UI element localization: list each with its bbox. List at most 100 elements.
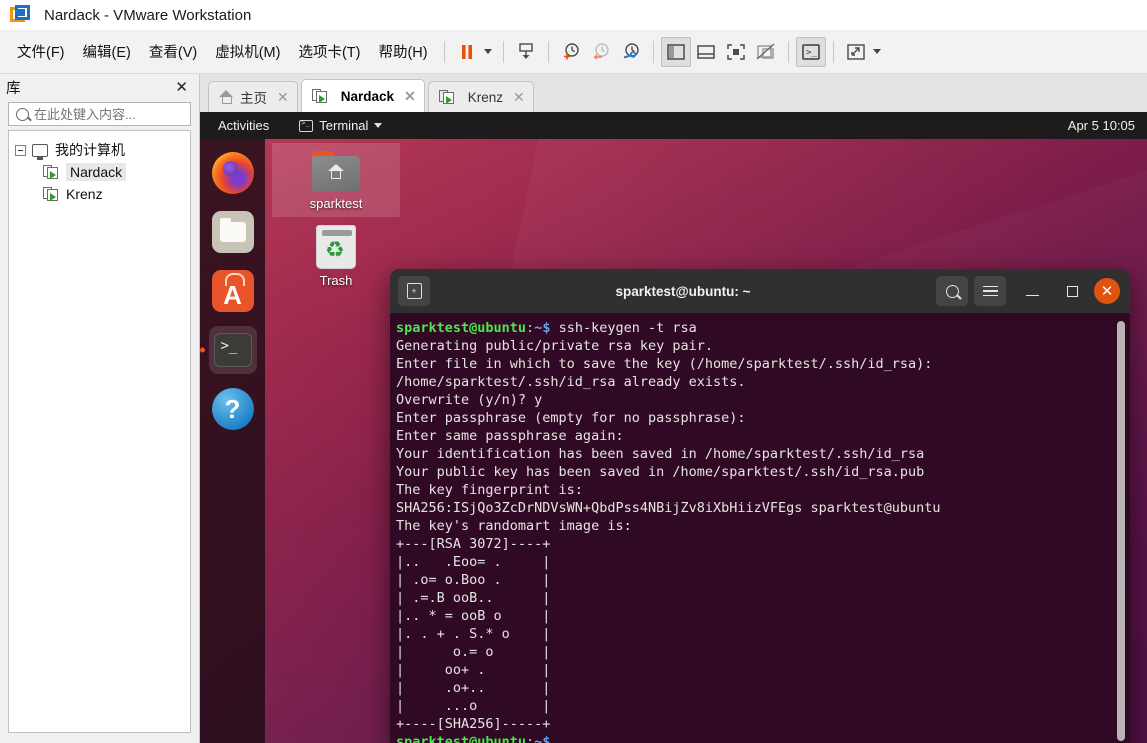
dock-item-firefox[interactable] <box>209 149 257 197</box>
tree-item-label: 我的计算机 <box>55 142 125 158</box>
snapshot-revert-icon[interactable] <box>586 37 616 67</box>
desktop-icon-trash[interactable]: ♻ Trash <box>272 217 400 294</box>
menu-tabs[interactable]: 选项卡(T) <box>289 37 369 66</box>
tab-label: Nardack <box>340 88 395 104</box>
ubuntu-desktop[interactable]: A ? sparktest <box>200 139 1147 743</box>
terminal-window[interactable]: + sparktest@ubuntu: ~ ✕ sparktest@ubuntu… <box>390 269 1130 743</box>
menu-vm[interactable]: 虚拟机(M) <box>206 37 289 66</box>
suspend-icon[interactable] <box>452 37 482 67</box>
files-icon <box>211 211 254 253</box>
dock-item-files[interactable] <box>209 208 257 256</box>
minimize-icon <box>1025 294 1039 297</box>
terminal-command: ssh-keygen -t rsa <box>550 320 697 336</box>
snapshot-take-icon[interactable] <box>556 37 586 67</box>
terminal-icon <box>213 333 252 367</box>
menu-view[interactable]: 查看(V) <box>140 37 206 66</box>
close-icon[interactable]: ✕ <box>277 89 289 106</box>
prompt-path-2: ~$ <box>534 734 551 743</box>
menu-file[interactable]: 文件(F) <box>8 37 74 66</box>
terminal-titlebar[interactable]: + sparktest@ubuntu: ~ ✕ <box>390 269 1130 313</box>
toolbar-divider <box>443 40 445 63</box>
prompt-user-2: sparktest@ubuntu <box>396 734 527 743</box>
desktop-icon-sparktest[interactable]: sparktest <box>272 143 400 217</box>
terminal-menu-button[interactable] <box>974 276 1006 306</box>
vmware-titlebar: Nardack - VMware Workstation <box>0 0 1147 30</box>
svg-text:>_: >_ <box>806 48 817 58</box>
tab-nardack[interactable]: Nardack ✕ <box>300 79 425 112</box>
dock-item-help[interactable]: ? <box>209 385 257 433</box>
activities-button[interactable]: Activities <box>212 118 275 133</box>
library-title: 库 <box>6 80 21 97</box>
tab-label: Krenz <box>467 89 504 105</box>
power-on-guest-icon[interactable] <box>511 37 541 67</box>
search-icon <box>16 107 29 121</box>
toolbar-divider <box>832 40 834 63</box>
terminal-body[interactable]: sparktest@ubuntu:~$ ssh-keygen -t rsa Ge… <box>390 313 1130 743</box>
terminal-output-text: Generating public/private rsa key pair. … <box>396 338 941 732</box>
stretch-guest-icon[interactable] <box>841 37 871 67</box>
desktop-icon-label: sparktest <box>309 196 363 211</box>
tree-item-krenz[interactable]: Krenz <box>9 183 190 205</box>
new-tab-button[interactable]: + <box>398 276 430 306</box>
menu-help[interactable]: 帮助(H) <box>369 37 436 66</box>
close-icon[interactable]: ✕ <box>404 88 416 105</box>
prompt-colon-2: : <box>526 734 535 743</box>
library-panel: 库 ✕ 我的计算机 Nardack Krenz <box>0 74 222 743</box>
prompt-user: sparktest@ubuntu <box>396 320 527 336</box>
fullscreen-icon[interactable] <box>721 37 751 67</box>
vm-right-pane: 主页 ✕ Nardack ✕ Krenz ✕ Activities Termin… <box>200 74 1147 743</box>
show-thumbnail-bar-icon[interactable] <box>691 37 721 67</box>
close-icon[interactable]: ✕ <box>513 89 525 106</box>
home-folder-icon <box>312 151 360 192</box>
vm-icon <box>43 186 59 202</box>
collapse-expander-icon[interactable] <box>15 144 26 156</box>
toolbar-divider <box>652 40 654 63</box>
search-icon <box>945 284 959 298</box>
tab-krenz[interactable]: Krenz ✕ <box>427 81 534 112</box>
close-icon[interactable]: ✕ <box>172 78 191 96</box>
maximize-button[interactable] <box>1056 276 1088 306</box>
terminal-output: sparktest@ubuntu:~$ ssh-keygen -t rsa Ge… <box>394 319 1130 743</box>
ubuntu-dock: A ? <box>200 139 265 743</box>
desktop-icon-label: Trash <box>319 273 353 288</box>
tree-item-my-computer[interactable]: 我的计算机 <box>9 139 190 161</box>
monitor-icon <box>32 143 48 160</box>
suspend-dropdown-caret[interactable] <box>483 49 492 54</box>
ubuntu-software-icon: A <box>211 270 254 312</box>
vm-icon <box>311 88 328 104</box>
trash-icon: ♻ <box>316 225 356 269</box>
dock-item-terminal[interactable] <box>208 326 257 374</box>
workstation-body: 库 ✕ 我的计算机 Nardack Krenz <box>0 74 1147 743</box>
guest-screen[interactable]: Activities Terminal Apr 5 10:05 <box>200 112 1147 743</box>
clock[interactable]: Apr 5 10:05 <box>1068 118 1135 133</box>
topbar-app-menu[interactable]: Terminal <box>299 118 383 133</box>
vmware-logo-icon <box>10 5 30 25</box>
library-search[interactable] <box>8 102 222 126</box>
dock-item-software[interactable]: A <box>209 267 257 315</box>
terminal-scrollbar[interactable] <box>1117 321 1125 741</box>
vm-icon <box>438 89 455 105</box>
show-library-icon[interactable] <box>660 36 691 67</box>
scrollbar-thumb[interactable] <box>1117 321 1125 741</box>
stretch-dropdown-caret[interactable] <box>872 49 881 54</box>
search-input[interactable] <box>34 106 210 122</box>
terminal-search-button[interactable] <box>936 276 968 306</box>
close-button[interactable]: ✕ <box>1094 278 1120 304</box>
desktop-icon-grid: sparktest ♻ Trash <box>272 143 400 294</box>
snapshot-manager-icon[interactable] <box>616 37 646 67</box>
new-tab-icon: + <box>406 283 422 299</box>
library-tree: 我的计算机 Nardack Krenz <box>8 130 191 733</box>
minimize-button[interactable] <box>1016 276 1048 306</box>
tab-label: 主页 <box>240 91 267 106</box>
console-view-icon[interactable]: >_ <box>795 36 826 67</box>
toolbar-divider <box>787 40 789 63</box>
terminal-icon <box>299 119 314 132</box>
tab-home[interactable]: 主页 ✕ <box>208 81 298 112</box>
tree-item-label: Nardack <box>66 163 127 181</box>
hamburger-menu-icon <box>982 285 998 297</box>
library-header: 库 ✕ <box>0 74 199 100</box>
vm-icon <box>43 164 59 180</box>
menu-edit[interactable]: 编辑(E) <box>74 37 140 66</box>
unity-mode-icon[interactable] <box>751 37 781 67</box>
tree-item-nardack[interactable]: Nardack <box>9 161 190 183</box>
